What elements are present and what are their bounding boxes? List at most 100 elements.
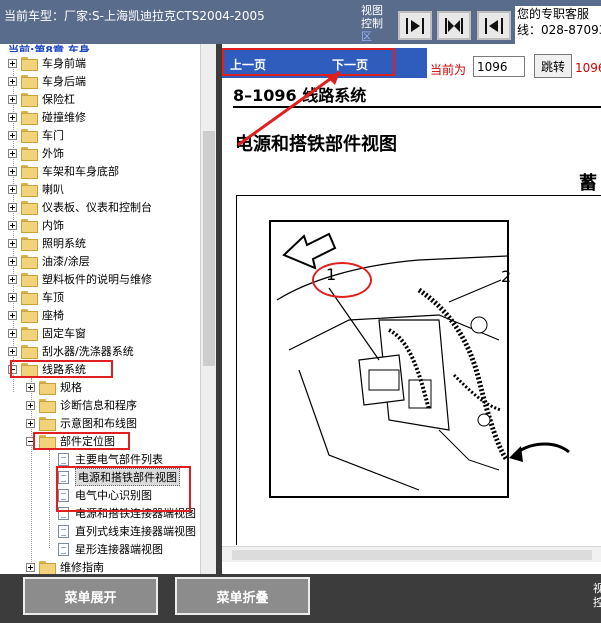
tree-scrollbar-thumb[interactable] <box>203 131 215 366</box>
collapse-menu-button[interactable]: 菜单折叠 <box>175 577 310 615</box>
tree-item-frame-underbody[interactable]: 车架和车身底部 <box>8 162 119 180</box>
tree-item-power-ground-connector-views[interactable]: 电源和搭铁连接器端视图 <box>58 504 196 522</box>
tree-item-horns[interactable]: 喇叭 <box>8 180 64 198</box>
folder-icon <box>39 381 56 395</box>
service-line-1: 您的专职客服 <box>517 7 590 21</box>
tree-item-electrical-center-id[interactable]: 电气中心识别图 <box>58 486 152 504</box>
tree-item-roof[interactable]: 车顶 <box>8 288 64 306</box>
expand-icon[interactable] <box>8 346 17 356</box>
split-arrows-icon <box>445 17 463 34</box>
callout-1-label: 1 <box>326 265 336 284</box>
tree-item-interior-trim[interactable]: 内饰 <box>8 216 64 234</box>
folder-icon <box>21 93 38 107</box>
tree-item-seats[interactable]: 座椅 <box>8 306 64 324</box>
tree-item-instrument-panel[interactable]: 仪表板、仪表和控制台 <box>8 198 152 216</box>
expand-icon[interactable] <box>8 328 17 338</box>
folder-icon <box>21 273 38 287</box>
expand-icon[interactable] <box>26 382 35 392</box>
document-icon <box>58 452 69 466</box>
tree-item-lighting[interactable]: 照明系统 <box>8 234 86 252</box>
tree-item-specifications[interactable]: 规格 <box>26 378 82 396</box>
expand-icon[interactable] <box>8 220 17 230</box>
document-icon <box>58 542 69 556</box>
tree-item-diagnostics[interactable]: 诊断信息和程序 <box>26 396 137 414</box>
page-toolbar: 上一页 下一页 当前为 跳转 1096 <box>222 48 601 78</box>
collapse-icon[interactable] <box>8 364 17 374</box>
tree-item-doors[interactable]: 车门 <box>8 126 64 144</box>
page-number-input[interactable] <box>473 56 525 77</box>
content-horizontal-scrollbar[interactable] <box>222 546 601 562</box>
tree-item-rear-body[interactable]: 车身后端 <box>8 72 86 90</box>
tree-item-power-ground-views[interactable]: 电源和搭铁部件视图 <box>58 468 180 486</box>
folder-icon <box>21 111 38 125</box>
current-page-label: 当前为 <box>430 63 467 77</box>
expand-icon[interactable] <box>26 562 35 572</box>
section-divider <box>233 106 601 108</box>
document-icon <box>58 488 69 502</box>
document-viewer: 上一页 下一页 当前为 跳转 1096 8–1096 线路系统 电源和搭铁部件视… <box>222 44 601 574</box>
expand-icon[interactable] <box>8 76 17 86</box>
tree-item-paint[interactable]: 油漆/涂层 <box>8 252 90 270</box>
view-control-line-2: 控制 <box>361 17 383 30</box>
show-right-panel-button[interactable] <box>398 11 432 40</box>
folder-icon <box>21 237 38 251</box>
folder-icon <box>39 417 56 431</box>
expand-icon[interactable] <box>8 238 17 248</box>
tree-item-star-connector-views[interactable]: 星形连接器端视图 <box>58 540 163 558</box>
figure-border-left <box>236 195 237 545</box>
split-view-button[interactable] <box>437 11 471 40</box>
tree-item-collision-repair[interactable]: 碰撞维修 <box>8 108 86 126</box>
expand-menu-button[interactable]: 菜单展开 <box>23 577 158 615</box>
expand-icon[interactable] <box>8 256 17 266</box>
section-header: 8–1096 线路系统 <box>233 86 367 105</box>
tree-item-component-locator[interactable]: 部件定位图 <box>26 432 115 450</box>
expand-icon[interactable] <box>26 418 35 428</box>
bottom-bar: 菜单展开 菜单折叠 视 控 <box>0 574 601 623</box>
show-left-panel-button[interactable] <box>477 11 511 40</box>
tree-item-repair-instructions[interactable]: 维修指南 <box>26 558 104 574</box>
expand-icon[interactable] <box>8 130 17 140</box>
view-title: 电源和搭铁部件视图 <box>235 134 397 155</box>
tree-item-exterior-trim[interactable]: 外饰 <box>8 144 64 162</box>
expand-icon[interactable] <box>8 184 17 194</box>
folder-icon <box>21 309 38 323</box>
expand-icon[interactable] <box>8 94 17 104</box>
customer-service-info: 您的专职客服 线：028-87093 <box>515 6 601 44</box>
expand-icon[interactable] <box>26 400 35 410</box>
expand-icon[interactable] <box>8 166 17 176</box>
arrow-left-icon <box>485 17 503 34</box>
jump-button[interactable]: 跳转 <box>534 54 572 78</box>
expand-icon[interactable] <box>8 202 17 212</box>
folder-icon <box>21 57 38 71</box>
tree-scrollbar[interactable] <box>200 44 216 574</box>
expand-icon[interactable] <box>8 292 17 302</box>
next-page-link[interactable]: 下一页 <box>332 56 368 73</box>
view-control-line-1: 视图 <box>361 4 383 17</box>
tree-item-wiring-systems[interactable]: 线路系统 <box>8 360 86 378</box>
tree-item-inline-harness-connector-views[interactable]: 直列式线束连接器端视图 <box>58 522 196 540</box>
prev-page-link[interactable]: 上一页 <box>230 56 266 73</box>
document-icon <box>58 524 69 538</box>
tree-item-fixed-windows[interactable]: 固定车窗 <box>8 324 86 342</box>
total-pages: 1096 <box>575 61 601 75</box>
folder-icon <box>21 147 38 161</box>
tree-current-chapter: 当前:第8章 车身 <box>8 44 90 52</box>
document-icon <box>58 506 69 520</box>
tree-item-wipers[interactable]: 刮水器/洗涤器系统 <box>8 342 134 360</box>
content-horizontal-scrollbar-thumb[interactable] <box>232 550 592 560</box>
expand-icon[interactable] <box>8 148 17 158</box>
tree-item-bumper[interactable]: 保险杠 <box>8 90 75 108</box>
tree-item-schematics[interactable]: 示意图和布线图 <box>26 414 137 432</box>
tree-item-electrical-component-list[interactable]: 主要电气部件列表 <box>58 450 163 468</box>
tree-item-front-body[interactable]: 车身前端 <box>8 54 86 72</box>
expand-icon[interactable] <box>8 58 17 68</box>
wiring-component-figure: 1 2 <box>269 220 570 498</box>
expand-icon[interactable] <box>8 112 17 122</box>
expand-icon[interactable] <box>8 274 17 284</box>
tree-item-plastic-panels[interactable]: 塑料板件的说明与维修 <box>8 270 152 288</box>
document-icon <box>58 470 69 484</box>
callout-2-label: 2 <box>501 267 511 286</box>
collapse-icon[interactable] <box>26 436 35 446</box>
chapter-tree: 当前:第8章 车身 车身前端 车身后端 保险杠 碰撞维修 车门 外饰 车架和车身… <box>0 44 216 574</box>
expand-icon[interactable] <box>8 310 17 320</box>
